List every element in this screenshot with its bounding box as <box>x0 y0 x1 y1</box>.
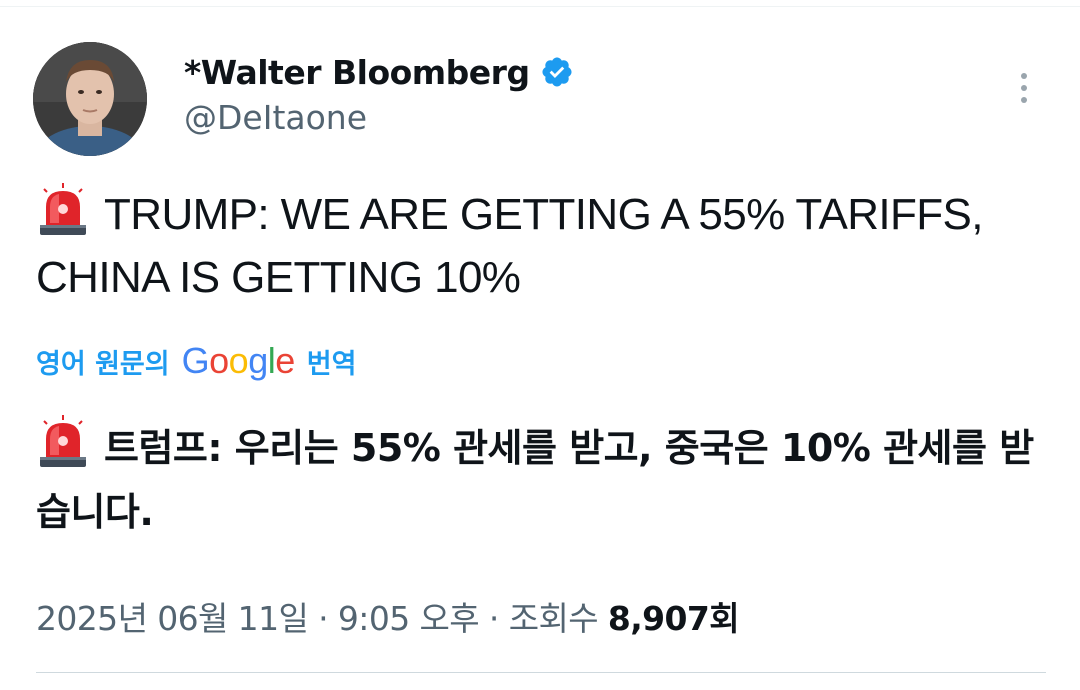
bottom-divider <box>36 672 1046 673</box>
translate-link[interactable]: 영어 원문의 Google 번역 <box>36 340 356 382</box>
tweet-text: TRUMP: WE ARE GETTING A 55% TARIFFS, CHI… <box>36 190 984 302</box>
tweet-body: TRUMP: WE ARE GETTING A 55% TARIFFS, CHI… <box>36 183 1046 309</box>
tweet-time[interactable]: 9:05 오후 <box>338 599 480 638</box>
google-letter: o <box>228 340 249 381</box>
translate-prefix: 영어 원문의 <box>36 348 170 380</box>
more-dot-icon <box>1021 85 1027 91</box>
google-letter: G <box>181 340 210 381</box>
display-name-row: *Walter Bloomberg <box>184 50 574 94</box>
tweet: *Walter Bloomberg @DeItaone TRUMP: WE AR… <box>0 0 1080 690</box>
tweet-metadata: 2025년 06월 11일 · 9:05 오후 · 조회수 8,907회 <box>36 592 740 640</box>
rotating-light-icon <box>36 415 90 469</box>
avatar[interactable] <box>33 42 147 156</box>
user-handle[interactable]: @DeItaone <box>184 98 574 137</box>
translated-text: 트럼프: 우리는 55% 관세를 받고, 중국은 10% 관세를 받습니다. <box>36 426 1034 534</box>
translated-body: 트럼프: 우리는 55% 관세를 받고, 중국은 10% 관세를 받습니다. <box>36 415 1051 544</box>
meta-separator: · <box>479 599 509 638</box>
author-block: *Walter Bloomberg @DeItaone <box>184 50 574 137</box>
rotating-light-icon <box>36 183 90 237</box>
verified-badge-icon <box>540 55 574 89</box>
avatar-image <box>33 42 147 156</box>
views-label: 조회수 <box>508 599 608 638</box>
google-letter: e <box>275 340 295 381</box>
google-letter: g <box>248 340 268 381</box>
translate-suffix: 번역 <box>306 348 357 380</box>
views-count: 8,907회 <box>607 599 740 638</box>
more-dot-icon <box>1021 73 1027 79</box>
more-dot-icon <box>1021 97 1027 103</box>
google-letter: o <box>209 340 229 381</box>
more-options-button[interactable] <box>1008 66 1040 110</box>
display-name[interactable]: *Walter Bloomberg <box>184 53 530 92</box>
tweet-date[interactable]: 2025년 06월 11일 <box>36 599 309 638</box>
meta-separator: · <box>308 599 338 638</box>
google-logo: Google <box>181 340 296 382</box>
